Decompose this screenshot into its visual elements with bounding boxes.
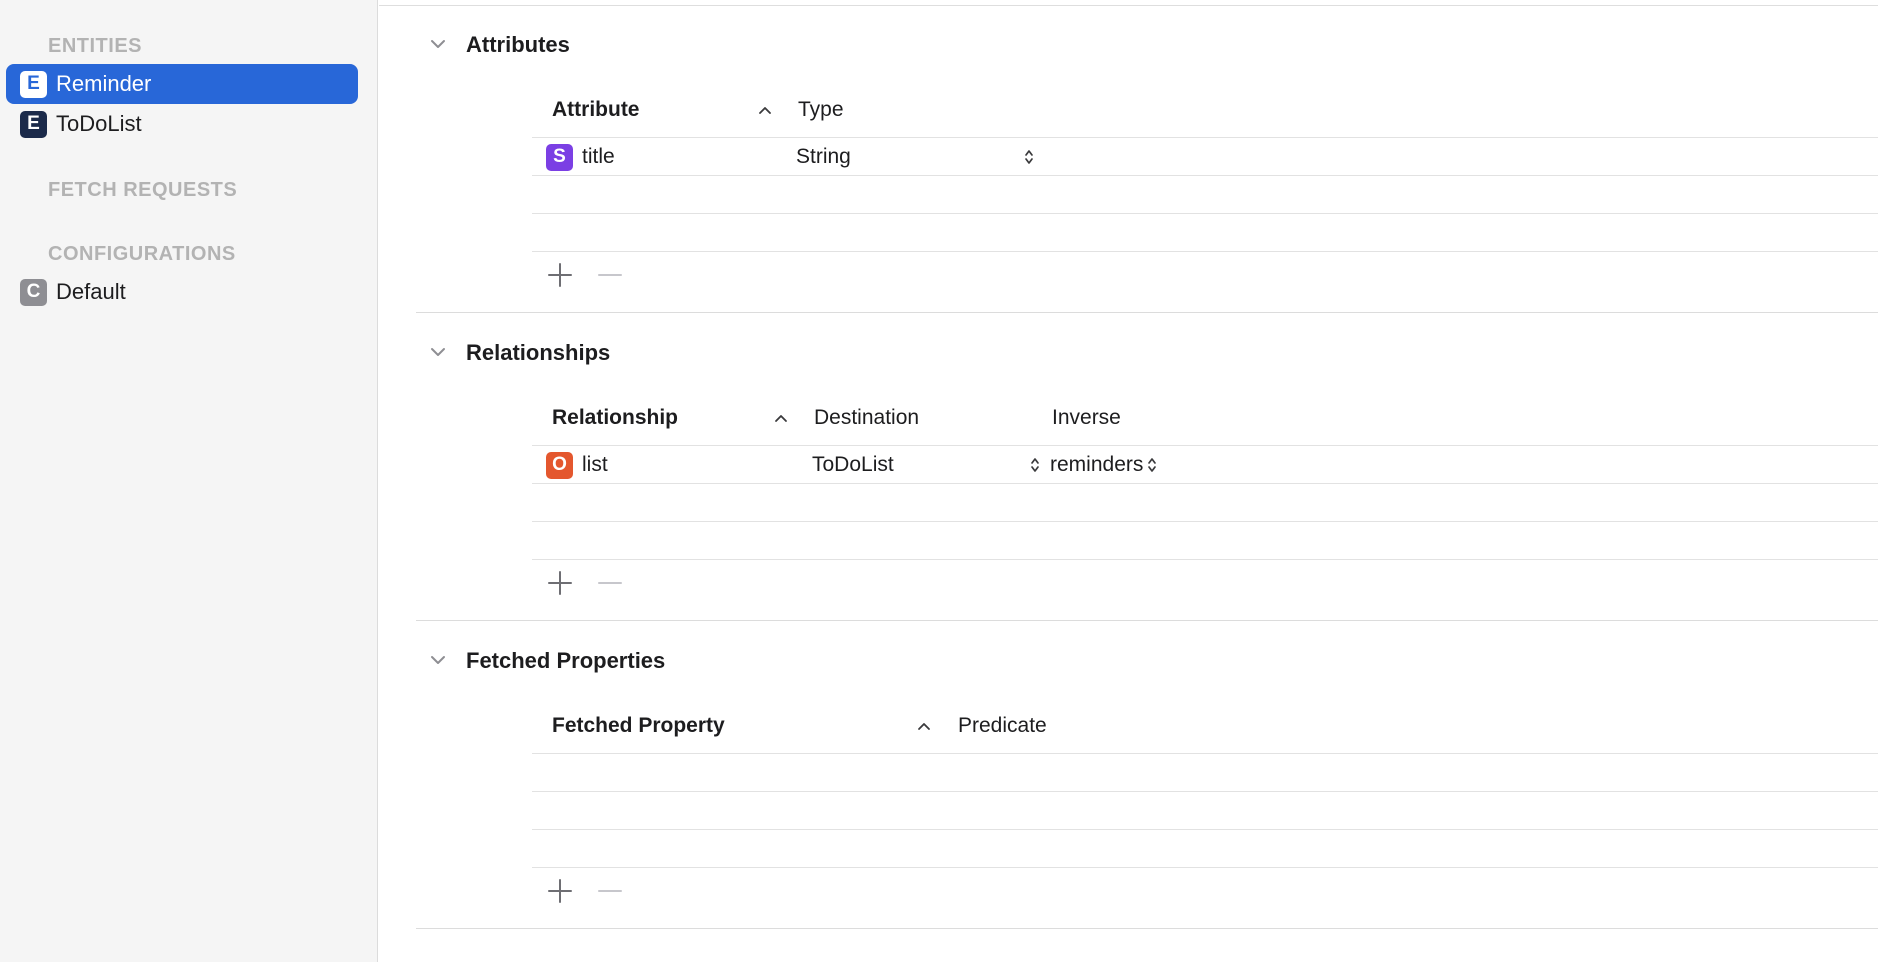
relationships-section-title: Relationships [466,340,611,365]
inverse-value: reminders [1050,453,1144,476]
fetched-property-column-header[interactable]: Fetched Property [552,714,725,738]
attribute-name[interactable]: title [582,145,615,169]
sidebar-item-default[interactable]: C Default [6,272,358,312]
row-divider [532,251,1878,252]
row-divider [532,137,1878,138]
sidebar: ENTITIES E Reminder E ToDoList FETCH REQ… [0,0,378,962]
row-divider [532,483,1878,484]
attributes-section-title: Attributes [466,32,570,57]
sidebar-item-label: ToDoList [56,111,142,136]
string-type-icon: S [546,143,573,171]
type-popup[interactable]: String [796,142,1034,172]
inverse-column-header[interactable]: Inverse [1052,406,1121,430]
entities-header: ENTITIES [48,35,143,57]
section-separator [416,928,1878,929]
configurations-header: CONFIGURATIONS [48,243,236,265]
updown-arrows-icon [1148,458,1157,472]
row-divider [532,867,1878,868]
chevron-down-icon[interactable] [429,35,447,53]
sidebar-item-label: Reminder [56,71,152,96]
sidebar-item-label: Default [56,279,126,304]
row-divider [532,213,1878,214]
entity-badge-icon: E [20,70,47,98]
updown-arrows-icon [1025,150,1033,164]
chevron-down-icon[interactable] [429,651,447,669]
fetch-requests-header: FETCH REQUESTS [48,179,238,201]
table-row[interactable]: O list [546,450,608,480]
updown-arrows-icon [1031,458,1039,472]
add-icon[interactable] [546,261,574,289]
divider [379,5,1878,6]
predicate-column-header[interactable]: Predicate [958,714,1047,738]
row-divider [532,175,1878,176]
section-separator [416,312,1878,313]
sort-ascending-icon [759,107,771,114]
relationship-column-header[interactable]: Relationship [552,406,678,430]
destination-value: ToDoList [812,453,894,476]
remove-icon[interactable] [596,569,624,597]
remove-icon[interactable] [596,877,624,905]
table-row[interactable]: S title [546,142,615,172]
row-divider [532,521,1878,522]
row-divider [532,753,1878,754]
section-separator [416,620,1878,621]
sidebar-item-todolist[interactable]: E ToDoList [6,104,358,144]
inverse-popup[interactable]: reminders [1050,450,1157,480]
relationship-name[interactable]: list [582,453,608,477]
attribute-type-value: String [796,145,851,168]
add-icon[interactable] [546,877,574,905]
add-icon[interactable] [546,569,574,597]
row-divider [532,445,1878,446]
entity-editor: Attributes Attribute Type S title String… [379,0,1878,962]
destination-column-header[interactable]: Destination [814,406,919,430]
chevron-down-icon[interactable] [429,343,447,361]
configuration-badge-icon: C [20,278,47,306]
sidebar-item-reminder[interactable]: E Reminder [6,64,358,104]
row-divider [532,829,1878,830]
remove-icon[interactable] [596,261,624,289]
type-column-header[interactable]: Type [798,98,844,122]
sort-ascending-icon [918,723,930,730]
entity-badge-icon: E [20,110,47,138]
fetched-properties-section-title: Fetched Properties [466,648,666,673]
row-divider [532,791,1878,792]
destination-popup[interactable]: ToDoList [812,450,1040,480]
attribute-column-header[interactable]: Attribute [552,98,640,122]
row-divider [532,559,1878,560]
to-one-relationship-icon: O [546,451,573,479]
sort-ascending-icon [775,415,787,422]
